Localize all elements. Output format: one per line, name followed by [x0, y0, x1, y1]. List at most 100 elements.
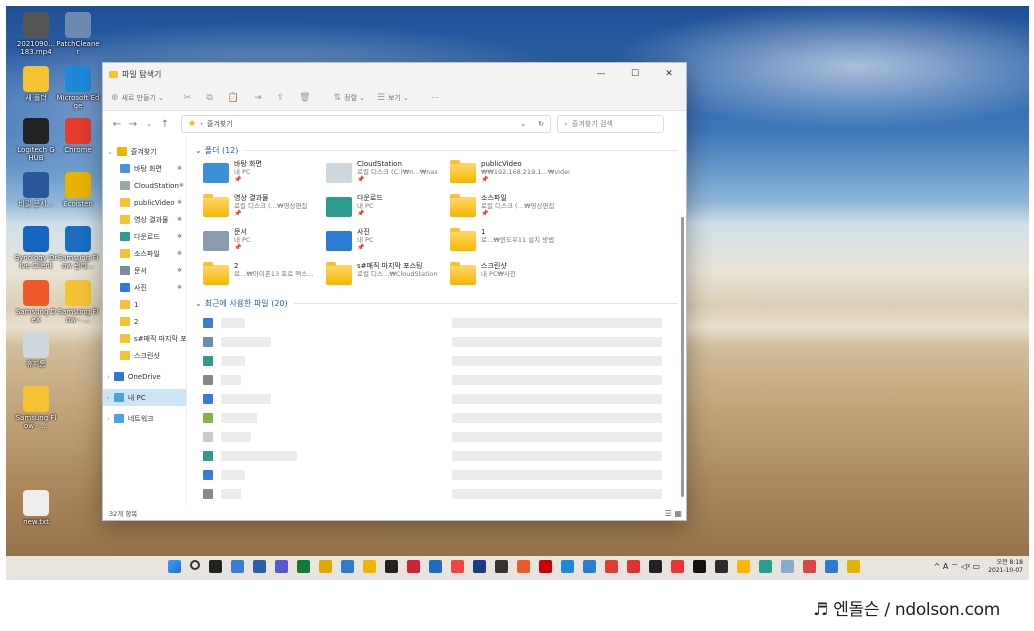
command-3[interactable]: 📋	[228, 93, 242, 103]
desktop-icon[interactable]: new.txt	[14, 490, 58, 526]
taskbar-app-icon[interactable]	[561, 560, 574, 573]
taskbar-app-icon[interactable]	[319, 560, 332, 573]
folder-tile[interactable]: 2 로…₩아이폰13 프로 맥스…	[203, 262, 323, 292]
chevron-icon[interactable]: ›	[107, 373, 110, 381]
dropdown-chevron-icon[interactable]: ⌄	[520, 120, 526, 128]
taskbar-app-icon[interactable]	[407, 560, 420, 573]
up-arrow-icon[interactable]: ↑	[157, 119, 173, 130]
desktop-icon[interactable]: Samsung Flow - …	[14, 386, 58, 430]
command-8[interactable]: ☰ 보기 ⌄	[377, 93, 409, 103]
folder-tile[interactable]: s#매직 마지막 포스팅 로컬 디스…₩CloudStation	[326, 262, 447, 292]
command-9[interactable]: ···	[429, 94, 439, 102]
folder-tile[interactable]: 문서 내 PC 📌	[203, 228, 323, 258]
recent-file-row[interactable]	[203, 313, 678, 332]
close-button[interactable]: ✕	[652, 69, 686, 79]
maximize-button[interactable]: ☐	[618, 69, 652, 79]
desktop-icon[interactable]: Chrome	[56, 118, 100, 154]
folder-tile[interactable]: 다운로드 내 PC 📌	[326, 194, 447, 224]
taskbar-app-icon[interactable]	[649, 560, 662, 573]
taskbar-app-icon[interactable]	[517, 560, 530, 573]
recent-section-header[interactable]: ⌄ 최근에 사용한 파일 (20)	[195, 298, 678, 309]
folder-tile[interactable]: CloudStation 로컬 디스크 (C:)₩n…₩nas 📌	[326, 160, 447, 190]
taskbar-app-icon[interactable]	[825, 560, 838, 573]
recent-file-row[interactable]	[203, 427, 678, 446]
folder-tile[interactable]: 영상 결과물 로컬 디스크 (…₩영상편집 📌	[203, 194, 323, 224]
command-1[interactable]: ✂	[184, 93, 195, 103]
nav-item[interactable]: 1	[103, 296, 186, 313]
nav-item[interactable]: 바탕 화면 ✱	[103, 160, 186, 177]
forward-arrow-icon[interactable]: →	[125, 119, 141, 130]
recent-file-row[interactable]	[203, 389, 678, 408]
taskbar-app-icon[interactable]	[363, 560, 376, 573]
nav-item[interactable]: › OneDrive	[103, 368, 186, 385]
recent-file-row[interactable]	[203, 484, 678, 503]
command-2[interactable]: ⧉	[206, 93, 215, 103]
taskbar-app-icon[interactable]	[253, 560, 266, 573]
back-arrow-icon[interactable]: ←	[109, 119, 125, 130]
command-6[interactable]: 🗑	[299, 93, 313, 103]
nav-item[interactable]: 2	[103, 313, 186, 330]
recent-file-row[interactable]	[203, 370, 678, 389]
folder-tile[interactable]: 1 로…₩윈도우11 설치 방법	[450, 228, 570, 258]
address-bar[interactable]: ★ › 즐겨찾기 ⌄ ↻	[181, 115, 551, 133]
folders-section-header[interactable]: ⌄ 폴더 (12)	[195, 145, 678, 156]
desktop-icon[interactable]: Samsung Flow - …	[56, 280, 100, 324]
taskbar-app-icon[interactable]	[275, 560, 288, 573]
recent-locations-chevron-icon[interactable]: ⌄	[141, 120, 157, 128]
folder-tile[interactable]: 소스파일 로컬 디스크 (…₩영상편집 📌	[450, 194, 570, 224]
taskbar-app-icon[interactable]	[737, 560, 750, 573]
nav-item[interactable]: 사진 ✱	[103, 279, 186, 296]
recent-file-row[interactable]	[203, 351, 678, 370]
chevron-icon[interactable]: ›	[107, 394, 110, 402]
nav-item[interactable]: 문서 ✱	[103, 262, 186, 279]
chevron-icon[interactable]: ›	[107, 415, 110, 423]
search-box[interactable]: ⌕ 즐겨찾기 검색	[557, 115, 664, 133]
desktop-icon[interactable]: 휴지통	[14, 332, 58, 368]
taskbar-app-icon[interactable]	[231, 560, 244, 573]
desktop-icon[interactable]: 2021090… 183.mp4	[14, 12, 58, 56]
taskbar-app-icon[interactable]	[451, 560, 464, 573]
taskbar-app-icon[interactable]	[495, 560, 508, 573]
desktop-icon[interactable]: Samsung DeX	[14, 280, 58, 324]
nav-item[interactable]: CloudStation ✱	[103, 177, 186, 194]
taskbar-app-icon[interactable]	[847, 560, 860, 573]
taskbar-app-icon[interactable]	[341, 560, 354, 573]
nav-item[interactable]: 영상 결과물 ✱	[103, 211, 186, 228]
nav-item[interactable]: 다운로드 ✱	[103, 228, 186, 245]
nav-item[interactable]: publicVideo ✱	[103, 194, 186, 211]
clock[interactable]: 오전 8:18 2021-10-07	[988, 559, 1023, 575]
recent-file-row[interactable]	[203, 465, 678, 484]
recent-file-row[interactable]	[203, 446, 678, 465]
vertical-scrollbar[interactable]	[681, 217, 684, 497]
desktop-icon[interactable]: Ecoisten	[56, 172, 100, 208]
command-0[interactable]: ⊕ 새로 만들기 ⌄	[111, 93, 164, 103]
nav-item[interactable]: 소스파일 ✱	[103, 245, 186, 262]
nav-item[interactable]: › 내 PC	[103, 389, 186, 406]
title-bar[interactable]: 파일 탐색기 — ☐ ✕	[103, 63, 686, 85]
taskbar-app-icon[interactable]	[539, 560, 552, 573]
desktop-icon[interactable]: Logitech G HUB	[14, 118, 58, 162]
start-button-icon[interactable]	[168, 560, 181, 573]
taskbar-app-icon[interactable]	[759, 560, 772, 573]
desktop-icon[interactable]: Synology Drive Client	[14, 226, 58, 270]
taskbar-app-icon[interactable]	[715, 560, 728, 573]
folder-tile[interactable]: 바탕 화면 내 PC 📌	[203, 160, 323, 190]
folder-tile[interactable]: publicVideo ₩₩192.168.219.1…₩video 📌	[450, 160, 570, 190]
taskbar-app-icon[interactable]	[297, 560, 310, 573]
recent-file-row[interactable]	[203, 408, 678, 427]
nav-item[interactable]: s#매직 마지막 포스	[103, 330, 186, 347]
desktop-icon[interactable]: Microsoft Edge	[56, 66, 100, 110]
desktop-icon[interactable]: Samsung Flow 관리…	[56, 226, 100, 270]
taskbar-app-icon[interactable]	[803, 560, 816, 573]
folder-tile[interactable]: 사진 내 PC 📌	[326, 228, 447, 258]
taskbar-app-icon[interactable]	[781, 560, 794, 573]
folder-tile[interactable]: 스크린샷 내 PC₩사진	[450, 262, 570, 292]
minimize-button[interactable]: —	[584, 69, 618, 79]
desktop-icon[interactable]: 비밀 문서…	[14, 172, 58, 208]
desktop-icon[interactable]: 새 폴더	[14, 66, 58, 102]
taskbar-app-icon[interactable]	[671, 560, 684, 573]
search-icon[interactable]	[190, 560, 200, 570]
taskbar-app-icon[interactable]	[583, 560, 596, 573]
taskbar-app-icon[interactable]	[605, 560, 618, 573]
taskbar-app-icon[interactable]	[473, 560, 486, 573]
